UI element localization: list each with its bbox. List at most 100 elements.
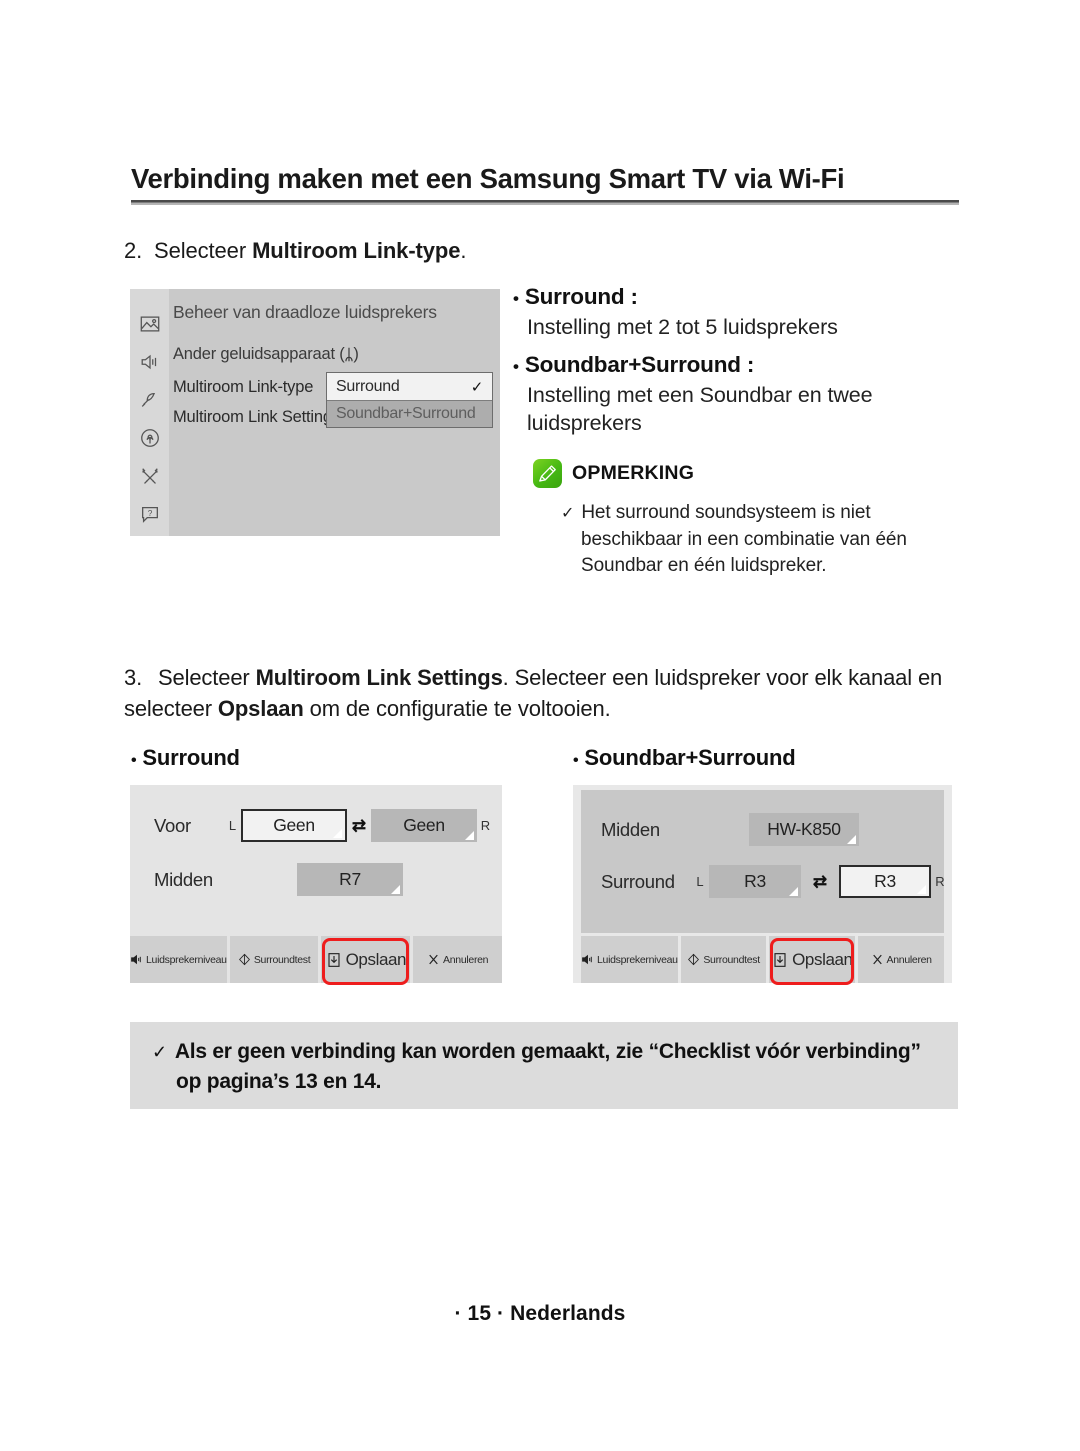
soundbar-surround-config-body: Midden HW-K850 Surround L R3 ⇄ R3 R: [581, 790, 945, 933]
step-3-number: 3.: [124, 665, 143, 690]
step-3-seg3: om de configuratie te voltooien.: [303, 696, 611, 722]
step-3-bold2: Opslaan: [217, 696, 304, 722]
bottom-note-text: Als er geen verbinding kan worden gemaak…: [174, 1040, 921, 1094]
x-icon: [427, 953, 440, 966]
cancel-button[interactable]: Annuleren: [413, 936, 503, 983]
tv-menu-item-label: Ander geluidsapparaat (: [173, 345, 345, 363]
toolbar-button-label: Luidsprekerniveau: [597, 953, 678, 966]
speaker-select-surround-left[interactable]: R3: [709, 865, 801, 898]
step-3-bold1: Multiroom Link Settings: [255, 665, 503, 690]
broadcast-icon[interactable]: [137, 387, 162, 412]
channel-right-tag: R: [935, 874, 945, 889]
channel-left-tag: L: [696, 874, 704, 889]
sound-icon[interactable]: [137, 349, 162, 374]
config-label-surround: • Surround: [131, 745, 240, 771]
channel-row-midden: Midden HW-K850: [601, 813, 859, 846]
toolbar-button-label: Opslaan: [792, 949, 853, 969]
dropdown-corner-icon: [847, 835, 856, 844]
note-title: OPMERKING: [572, 462, 695, 485]
config-label-text: Soundbar+Surround: [584, 745, 796, 770]
bullet-glyph: •: [573, 752, 579, 769]
description-title-surround: • Surround :: [513, 283, 960, 311]
step-2-text-after: .: [460, 238, 467, 263]
channel-name: Surround: [601, 870, 675, 892]
toolbar-button-label: Annuleren: [886, 953, 932, 966]
swap-icon[interactable]: ⇄: [808, 870, 832, 894]
note-block: OPMERKING ✓ Het surround soundsysteem is …: [533, 459, 960, 579]
network-icon[interactable]: [137, 425, 162, 450]
cancel-button[interactable]: Annuleren: [858, 936, 945, 983]
dropdown-corner-icon: [789, 887, 798, 896]
speaker-select-value: R3: [744, 871, 766, 891]
note-text: Het surround soundsysteem is niet beschi…: [581, 502, 907, 576]
picture-icon[interactable]: [137, 311, 162, 336]
bottom-note-text-row: ✓ Als er geen verbinding kan worden gemaa…: [152, 1037, 944, 1098]
channel-left-tag: L: [228, 818, 237, 833]
channel-name: Voor: [154, 814, 191, 836]
save-button[interactable]: Opslaan: [321, 936, 411, 985]
check-glyph-icon: ✓: [561, 505, 575, 523]
channel-name: Midden: [601, 818, 660, 840]
surround-test-button[interactable]: Surroundtest: [229, 936, 319, 983]
tv-menu-item-multiroom-link-settings[interactable]: Multiroom Link Settings: [173, 408, 340, 427]
dropdown-option-label: Surround: [336, 377, 400, 395]
bullet-glyph: •: [513, 356, 519, 376]
toolbar-button-label: Surroundtest: [253, 953, 311, 966]
manual-page: Verbinding maken met een Samsung Smart T…: [0, 0, 1080, 1451]
description-title-text: Surround :: [524, 284, 638, 309]
check-glyph-icon: ✓: [152, 1042, 167, 1062]
speaker-select-center[interactable]: R7: [297, 863, 403, 896]
step-3-instruction: 3. Selecteer Multiroom Link Settings. Se…: [124, 662, 964, 724]
channel-row-voor: Voor L Geen ⇄ Geen R: [154, 809, 494, 842]
support-icon[interactable]: ?: [137, 501, 162, 526]
dropdown-corner-icon: [333, 829, 342, 838]
soundbar-surround-panel-toolbar: Luidsprekerniveau Surroundtest Opslaan A…: [581, 936, 945, 985]
surround-test-button[interactable]: Surroundtest: [680, 936, 767, 983]
checkmark-icon: ✓: [470, 378, 484, 396]
speaker-select-front-right[interactable]: Geen: [371, 809, 477, 842]
soundbar-surround-config-panel: Midden HW-K850 Surround L R3 ⇄ R3 R Luid…: [573, 785, 952, 985]
page-footer: · 15 · Nederlands: [454, 1302, 626, 1325]
page-header: Verbinding maken met een Samsung Smart T…: [131, 163, 959, 205]
step-2-text-before: Selecteer: [154, 238, 253, 263]
tv-menu-item-multiroom-link-type[interactable]: Multiroom Link-type: [173, 378, 313, 397]
speaker-select-surround-right[interactable]: R3: [839, 865, 931, 898]
config-label-soundbar-surround: • Soundbar+Surround: [573, 745, 796, 771]
tools-icon[interactable]: [137, 464, 162, 489]
channel-row-surround: Surround L R3 ⇄ R3 R: [601, 865, 949, 898]
step-2-bold-term: Multiroom Link-type: [252, 238, 461, 263]
tv-menu-item-other-audio-device[interactable]: Ander geluidsapparaat (ᛦ): [173, 345, 359, 364]
dropdown-option-surround[interactable]: Surround ✓: [327, 373, 492, 400]
speaker-level-button[interactable]: Luidsprekerniveau: [581, 936, 678, 983]
description-body-soundbar-surround: Instelling met een Soundbar en twee luid…: [527, 382, 873, 435]
dropdown-option-soundbar-surround[interactable]: Soundbar+Surround: [327, 400, 492, 427]
bullet-glyph: •: [131, 752, 137, 769]
svg-text:?: ?: [147, 508, 152, 517]
speaker-icon: [130, 953, 143, 966]
channel-name: Midden: [154, 868, 213, 890]
swap-icon[interactable]: ⇄: [347, 814, 371, 838]
surround-test-icon: [238, 953, 251, 966]
multiroom-link-type-dropdown[interactable]: Surround ✓ Soundbar+Surround: [326, 372, 493, 428]
tv-menu-screenshot: ? Beheer van draadloze luidsprekers Ande…: [130, 289, 500, 536]
step-3-seg1: Selecteer: [158, 665, 256, 690]
step-2-instruction: 2. Selecteer Multiroom Link-type.: [124, 238, 467, 264]
speaker-icon: [581, 953, 594, 966]
speaker-select-value: Geen: [403, 815, 445, 835]
dropdown-corner-icon: [391, 885, 400, 894]
speaker-select-center[interactable]: HW-K850: [749, 813, 859, 846]
save-button[interactable]: Opslaan: [769, 936, 856, 985]
save-icon: [772, 952, 788, 968]
speaker-select-value: R7: [339, 869, 361, 889]
header-divider: [131, 199, 959, 205]
save-icon: [326, 952, 342, 968]
mode-description-column: • Surround : Instelling met 2 tot 5 luid…: [513, 283, 960, 579]
tv-menu-title: Beheer van draadloze luidsprekers: [173, 302, 437, 322]
step-2-number: 2.: [124, 238, 143, 263]
tv-menu-sidebar: ?: [130, 289, 169, 536]
speaker-level-button[interactable]: Luidsprekerniveau: [130, 936, 227, 983]
channel-row-midden: Midden R7: [154, 863, 403, 896]
dropdown-corner-icon: [465, 831, 474, 840]
speaker-select-front-left[interactable]: Geen: [241, 809, 347, 842]
note-text-item: ✓ Het surround soundsysteem is niet besch…: [561, 500, 960, 579]
